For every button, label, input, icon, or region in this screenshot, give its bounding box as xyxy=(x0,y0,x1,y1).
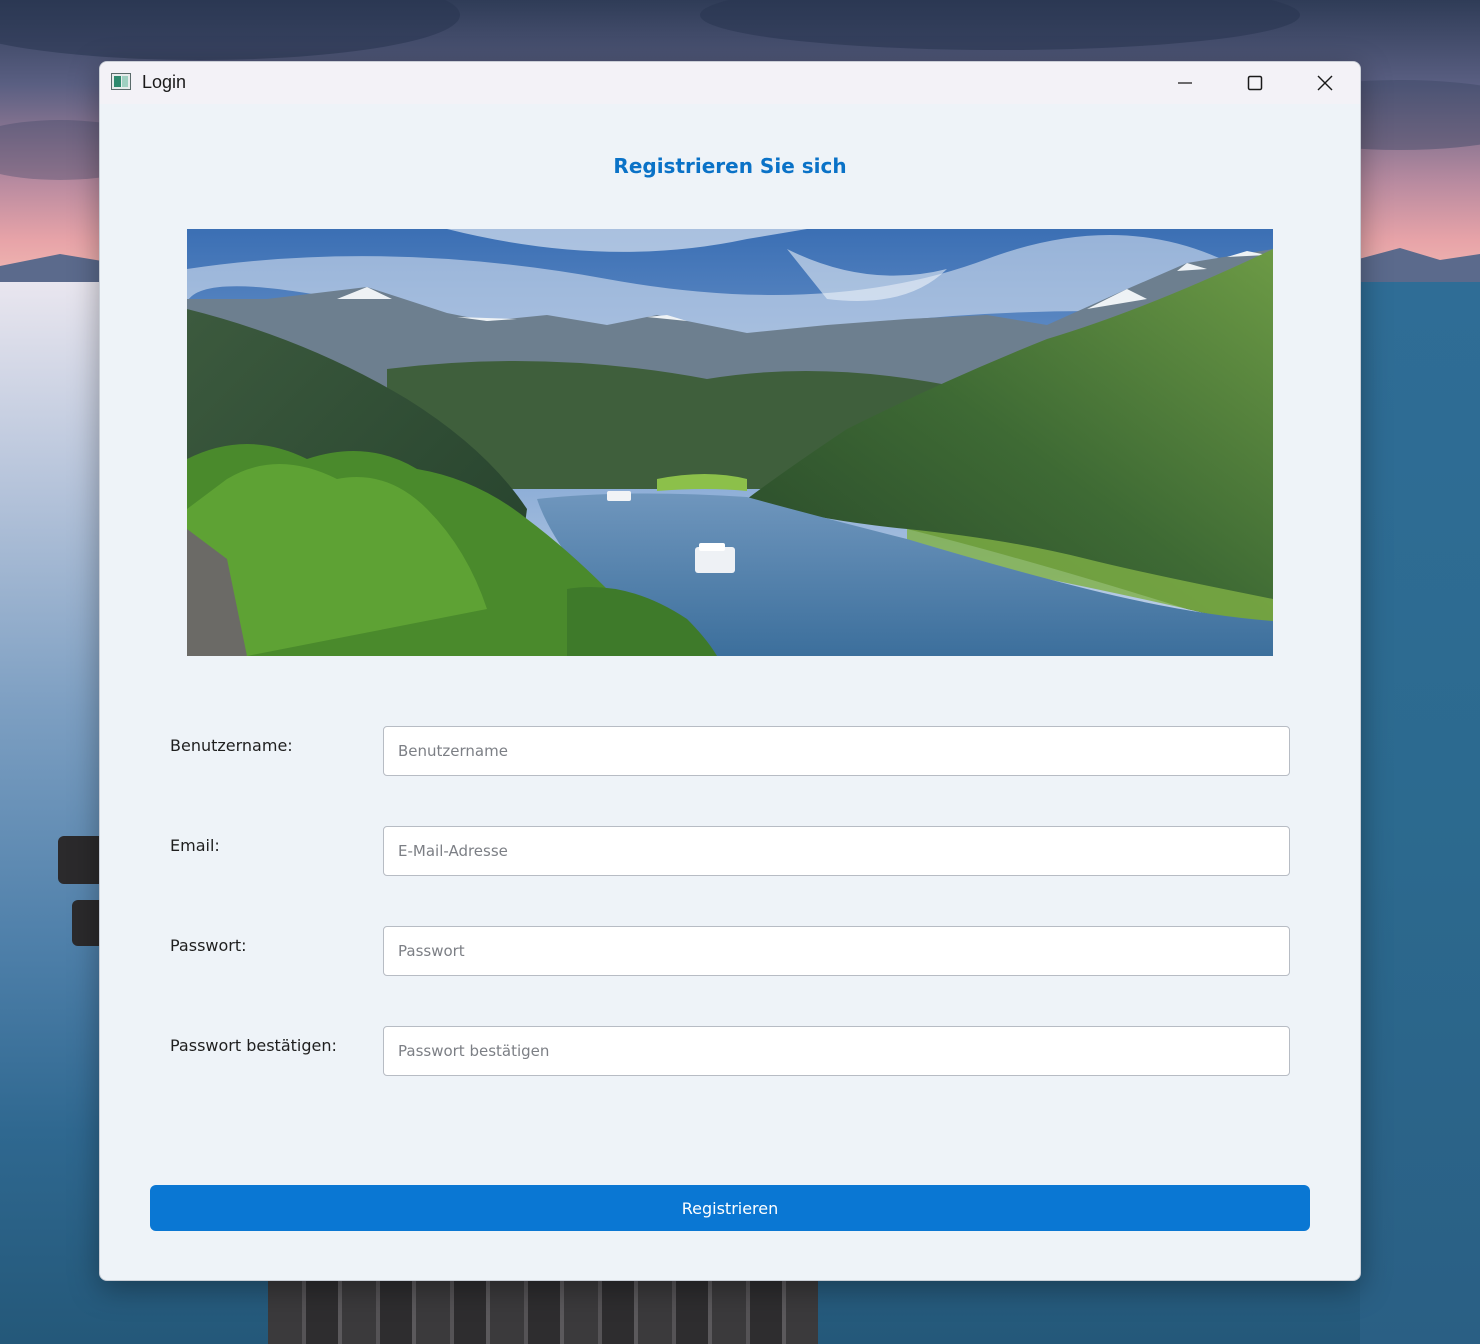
app-window-icon xyxy=(111,73,131,90)
close-button[interactable] xyxy=(1290,62,1360,104)
password-label: Passwort: xyxy=(170,936,247,955)
page-title: Registrieren Sie sich xyxy=(613,154,847,178)
password-input[interactable] xyxy=(383,926,1290,976)
title-bar[interactable]: Login xyxy=(100,62,1360,104)
confirm-password-input[interactable] xyxy=(383,1026,1290,1076)
maximize-button[interactable] xyxy=(1220,62,1290,104)
email-label: Email: xyxy=(170,836,220,855)
email-input[interactable] xyxy=(383,826,1290,876)
confirm-password-label: Passwort bestätigen: xyxy=(170,1036,337,1055)
username-label: Benutzername: xyxy=(170,736,293,755)
minimize-button[interactable] xyxy=(1150,62,1220,104)
login-window: Login Registrieren Sie sich Benutzername… xyxy=(99,61,1361,1281)
maximize-icon xyxy=(1247,75,1263,91)
window-title: Login xyxy=(142,72,187,92)
minimize-icon xyxy=(1178,82,1192,84)
username-input[interactable] xyxy=(383,726,1290,776)
wallpaper-pier xyxy=(268,1280,818,1344)
fjord-landscape-image xyxy=(187,229,1273,656)
wallpaper-sea-right xyxy=(1360,282,1480,1344)
close-icon xyxy=(1317,75,1333,91)
register-button[interactable]: Registrieren xyxy=(150,1185,1310,1231)
